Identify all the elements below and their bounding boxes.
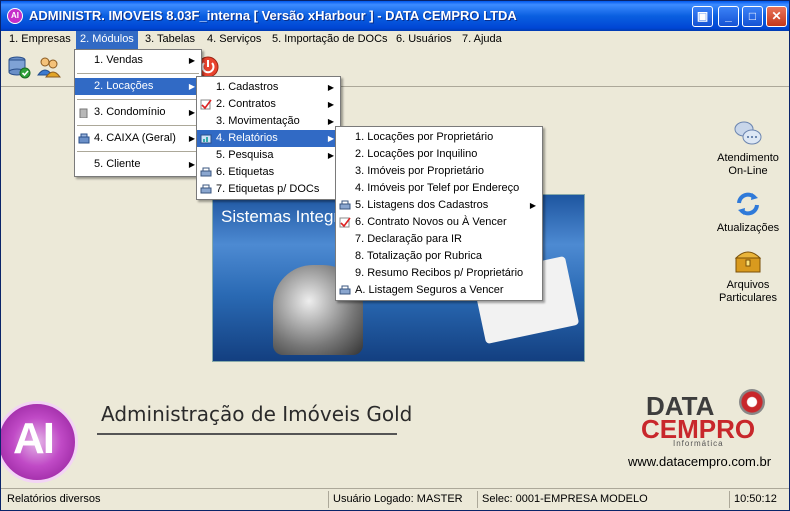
menu-item-pesquisa[interactable]: 5. Pesquisa ▶ — [197, 147, 340, 164]
menu-item-etiquetas[interactable]: 6. Etiquetas — [197, 164, 340, 181]
chevron-right-icon: ▶ — [327, 117, 334, 126]
menu-item-locacoes-por-inquilino[interactable]: 2. Locações por Inquilino — [336, 146, 542, 163]
main-window: AI ADMINISTR. IMOVEIS 8.03F_interna [ Ve… — [0, 0, 790, 511]
menu-separator — [77, 73, 199, 74]
atendimento-online-button[interactable]: Atendimento On-Line — [708, 119, 788, 178]
menu-bar: 1. Empresas 2. Módulos 3. Tabelas 4. Ser… — [1, 31, 789, 49]
title-underline — [97, 433, 397, 435]
menu-item-declaracao-ir[interactable]: 7. Declaração para IR — [336, 231, 542, 248]
menu-item-movimentacao[interactable]: 3. Movimentação ▶ — [197, 113, 340, 130]
minimize-button[interactable]: _ — [718, 6, 739, 27]
treasure-box-icon — [734, 251, 762, 273]
status-bar: Relatórios diversos Usuário Logado: MAST… — [1, 488, 789, 510]
menu-item-relatorios[interactable]: 4. Relatórios ▶ — [197, 130, 340, 147]
menu-item-cadastros[interactable]: 1. Cadastros ▶ — [197, 79, 340, 96]
chevron-right-icon: ▶ — [327, 83, 334, 92]
menu-item-contrato-novos[interactable]: 6. Contrato Novos ou À Vencer — [336, 214, 542, 231]
menu-empresas[interactable]: 1. Empresas — [5, 31, 75, 49]
status-user: Usuário Logado: MASTER — [328, 491, 463, 508]
chevron-right-icon: ▶ — [188, 56, 195, 65]
logo-tagline: Informática — [673, 439, 724, 448]
modulos-menu: 1. Vendas ▶ 2. Locações ▶ 3. Condomínio ▶ 4… — [74, 49, 202, 177]
menu-ajuda[interactable]: 7. Ajuda — [458, 31, 506, 49]
menu-item-listagem-seguros[interactable]: A. Listagem Seguros a Vencer — [336, 282, 542, 299]
menu-tabelas[interactable]: 3. Tabelas — [141, 31, 199, 49]
close-button[interactable]: ✕ — [766, 6, 787, 27]
report-icon — [200, 134, 212, 144]
menu-item-condominio[interactable]: 3. Condomínio ▶ — [75, 104, 201, 121]
menu-item-caixa[interactable]: 4. CAIXA (Geral) ▶ — [75, 130, 201, 147]
chevron-right-icon: ▶ — [188, 134, 195, 143]
window-title: ADMINISTR. IMOVEIS 8.03F_interna [ Versã… — [29, 8, 517, 23]
refresh-arrows-icon — [737, 192, 759, 216]
relatorios-menu: 1. Locações por Proprietário 2. Locações… — [335, 126, 543, 301]
printer-icon — [200, 167, 212, 177]
menu-modulos[interactable]: 2. Módulos — [76, 31, 138, 49]
printer-icon — [339, 200, 351, 210]
atualizacoes-label: Atualizações — [716, 222, 780, 234]
menu-item-etiquetas-docs[interactable]: 7. Etiquetas p/ DOCs — [197, 181, 340, 198]
arquivos-particulares-button[interactable]: Arquivos Particulares — [708, 246, 788, 305]
chevron-right-icon: ▶ — [188, 160, 195, 169]
chevron-right-icon: ▶ — [327, 151, 334, 160]
chevron-right-icon: ▶ — [529, 201, 536, 210]
menu-item-cliente[interactable]: 5. Cliente ▶ — [75, 156, 201, 173]
menu-importacao[interactable]: 5. Importação de DOCs — [268, 31, 392, 49]
ai-logo: AI — [1, 401, 81, 491]
atendimento-label: Atendimento On-Line — [717, 152, 779, 177]
database-icon[interactable] — [7, 55, 31, 79]
cash-register-icon — [78, 133, 90, 144]
menu-separator — [77, 151, 199, 152]
menu-item-locacoes[interactable]: 2. Locações ▶ — [75, 78, 201, 95]
app-icon[interactable]: AI — [7, 8, 23, 24]
app-title: Administração de Imóveis Gold — [101, 402, 413, 426]
chevron-right-icon: ▶ — [188, 82, 195, 91]
chevron-right-icon: ▶ — [327, 100, 334, 109]
banner-text: Sistemas Integr — [221, 207, 340, 226]
building-icon — [79, 108, 88, 118]
printer-icon — [339, 285, 351, 295]
menu-item-imoveis-por-telef[interactable]: 4. Imóveis por Telef por Endereço — [336, 180, 542, 197]
menu-item-listagens-cadastros[interactable]: 5. Listagens dos Cadastros ▶ — [336, 197, 542, 214]
users-icon[interactable] — [37, 55, 61, 79]
menu-item-resumo-recibos[interactable]: 9. Resumo Recibos p/ Proprietário — [336, 265, 542, 282]
restore-icon[interactable]: ▣ — [692, 6, 713, 27]
chat-bubbles-icon — [734, 121, 762, 145]
menu-servicos[interactable]: 4. Serviços — [203, 31, 265, 49]
status-message: Relatórios diversos — [7, 493, 101, 505]
website-link[interactable]: www.datacempro.com.br — [628, 454, 771, 469]
datacempro-logo-icon — [739, 389, 765, 415]
menu-item-totalizacao-rubrica[interactable]: 8. Totalização por Rubrica — [336, 248, 542, 265]
title-bar[interactable]: AI ADMINISTR. IMOVEIS 8.03F_interna [ Ve… — [1, 1, 789, 31]
menu-item-vendas[interactable]: 1. Vendas ▶ — [75, 52, 201, 69]
locacoes-menu: 1. Cadastros ▶ 2. Contratos ▶ 3. Movimenta… — [196, 76, 341, 200]
arquivos-label: Arquivos Particulares — [718, 279, 778, 304]
status-company: Selec: 0001-EMPRESA MODELO — [477, 491, 648, 508]
menu-separator — [77, 125, 199, 126]
checklist-icon — [339, 217, 351, 228]
menu-separator — [77, 99, 199, 100]
chevron-right-icon: ▶ — [188, 108, 195, 117]
menu-usuarios[interactable]: 6. Usuários — [392, 31, 456, 49]
menu-item-contratos[interactable]: 2. Contratos ▶ — [197, 96, 340, 113]
maximize-button[interactable]: □ — [742, 6, 763, 27]
checklist-icon — [200, 99, 212, 110]
chevron-right-icon: ▶ — [327, 134, 334, 143]
menu-item-locacoes-por-proprietario[interactable]: 1. Locações por Proprietário — [336, 129, 542, 146]
printer-icon — [200, 184, 212, 194]
menu-item-imoveis-por-proprietario[interactable]: 3. Imóveis por Proprietário — [336, 163, 542, 180]
status-time: 10:50:12 — [729, 491, 777, 508]
atualizacoes-button[interactable]: Atualizações — [708, 189, 788, 235]
ai-logo-text: AI — [13, 414, 55, 463]
